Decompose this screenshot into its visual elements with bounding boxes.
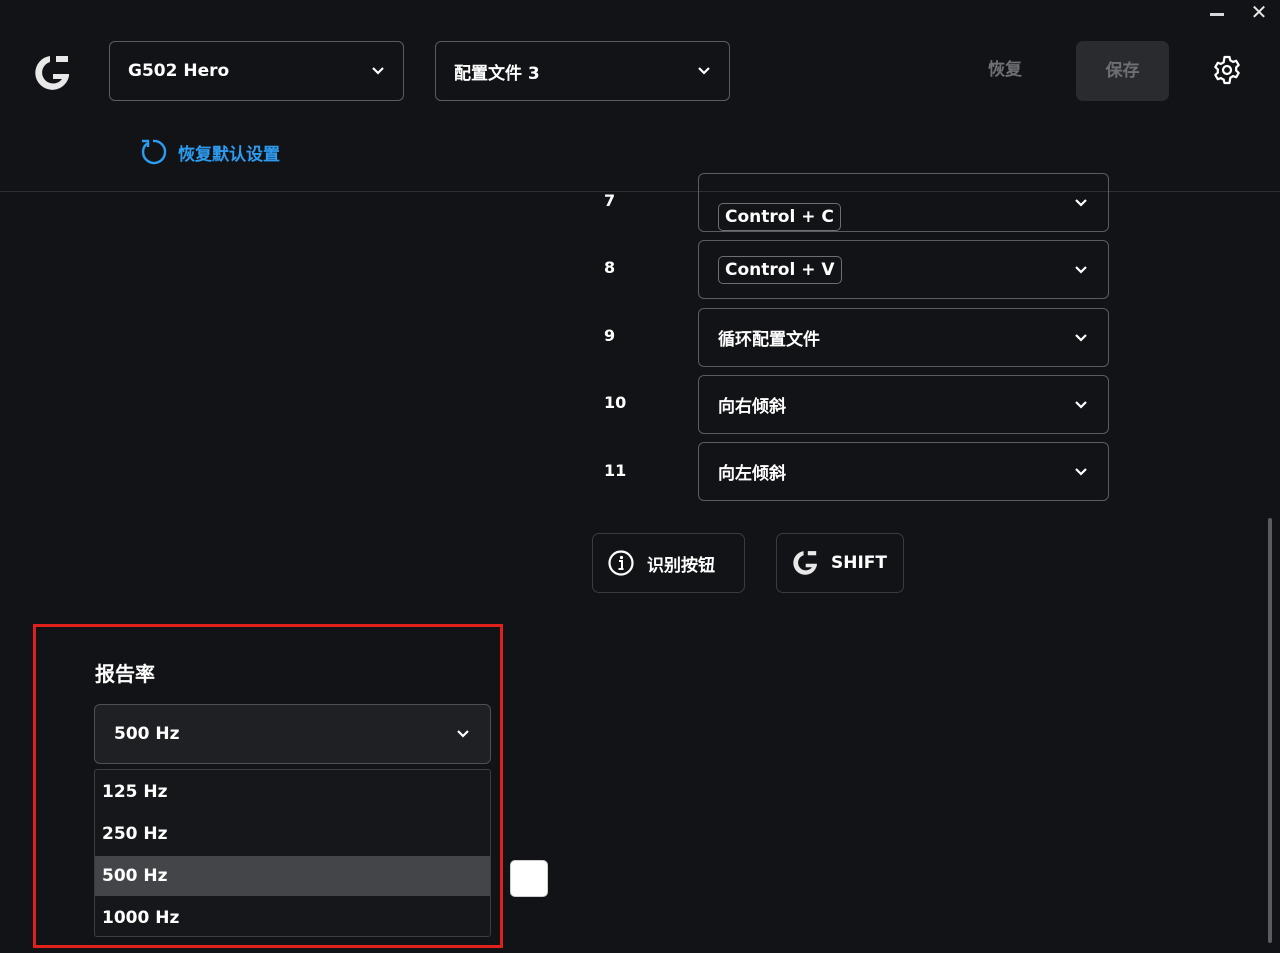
identify-buttons-button[interactable]: 识别按钮: [592, 533, 745, 593]
button-number-10: 10: [604, 393, 627, 412]
assignment-dropdown-11[interactable]: 向左倾斜: [698, 442, 1109, 501]
keycap: Control + V: [718, 255, 842, 284]
chevron-down-icon: [1075, 467, 1087, 476]
logitech-g-logo: [35, 56, 69, 90]
checkbox[interactable]: [510, 860, 548, 897]
chevron-down-icon: [1075, 198, 1087, 207]
report-rate-dropdown[interactable]: 500 Hz: [94, 704, 491, 764]
chevron-down-icon: [1075, 400, 1087, 409]
chevron-down-icon: [372, 67, 384, 75]
assignment-label: 向左倾斜: [718, 464, 786, 484]
shift-label: SHIFT: [831, 553, 888, 573]
chevron-down-icon: [457, 730, 469, 738]
chevron-down-icon: [1075, 333, 1087, 342]
chevron-down-icon: [1075, 265, 1087, 274]
assignment-dropdown-9[interactable]: 循环配置文件: [698, 308, 1109, 367]
assignment-dropdown-8[interactable]: Control + V: [698, 240, 1109, 299]
button-number-11: 11: [604, 461, 627, 480]
report-rate-title: 报告率: [95, 662, 155, 686]
assignment-dropdown-7[interactable]: Control + C: [698, 173, 1109, 232]
button-number-8: 8: [604, 258, 616, 277]
refresh-icon: [141, 139, 167, 165]
keycap: Control + C: [718, 202, 841, 231]
assignment-label: 循环配置文件: [718, 330, 820, 350]
gear-icon[interactable]: [1211, 54, 1243, 86]
profile-name: 配置文件 3: [454, 63, 540, 84]
identify-label: 识别按钮: [647, 555, 715, 576]
report-rate-option-250[interactable]: 250 Hz: [95, 814, 490, 854]
device-dropdown[interactable]: G502 Hero: [109, 41, 404, 101]
scrollbar-thumb[interactable]: [1268, 518, 1272, 943]
info-icon: [608, 550, 634, 576]
report-rate-options-list: 125 Hz 250 Hz 500 Hz 1000 Hz: [94, 769, 491, 937]
minimize-button[interactable]: [1210, 13, 1224, 16]
report-rate-option-125[interactable]: 125 Hz: [95, 772, 490, 812]
button-number-9: 9: [604, 326, 616, 345]
report-rate-option-1000[interactable]: 1000 Hz: [95, 898, 490, 936]
profile-dropdown[interactable]: 配置文件 3: [435, 41, 730, 101]
close-button[interactable]: ✕: [1250, 1, 1268, 23]
chevron-down-icon: [698, 67, 710, 75]
assignment-dropdown-10[interactable]: 向右倾斜: [698, 375, 1109, 434]
report-rate-option-500[interactable]: 500 Hz: [95, 856, 490, 896]
reset-defaults-label: 恢复默认设置: [178, 144, 280, 165]
assignment-label: 向右倾斜: [718, 397, 786, 417]
save-button[interactable]: 保存: [1076, 41, 1169, 101]
shift-button[interactable]: SHIFT: [776, 533, 904, 593]
report-rate-selected: 500 Hz: [114, 724, 180, 744]
reset-defaults-link[interactable]: 恢复默认设置: [138, 136, 280, 168]
button-number-7: 7: [604, 191, 616, 210]
device-name: G502 Hero: [128, 61, 230, 81]
revert-button[interactable]: 恢复: [970, 50, 1040, 90]
logitech-g-icon: [793, 551, 817, 575]
